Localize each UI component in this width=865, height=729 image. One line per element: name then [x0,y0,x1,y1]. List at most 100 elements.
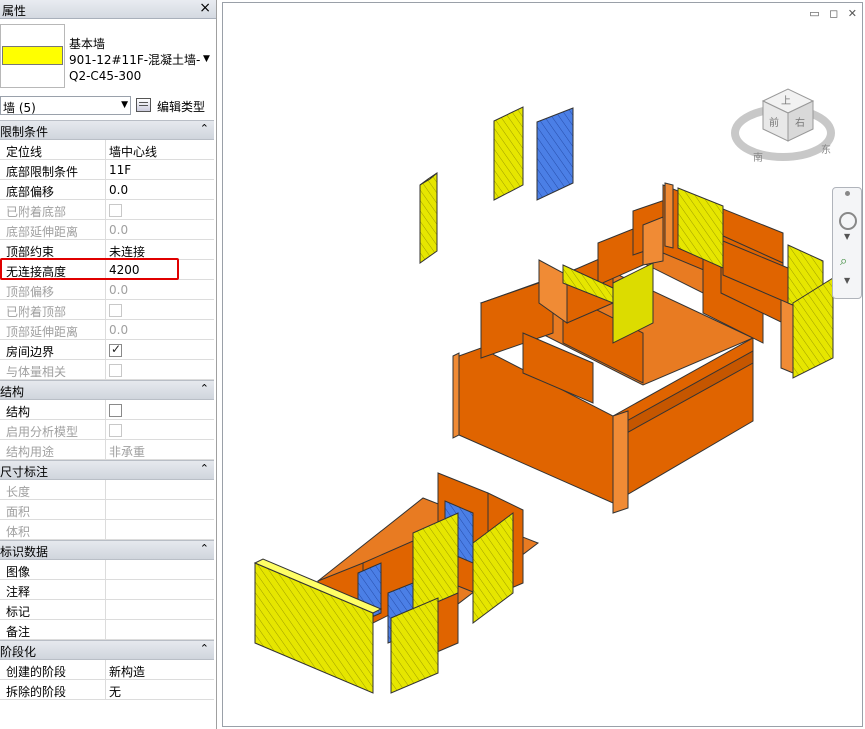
instance-filter-dropdown[interactable]: 墙 (5) ▼ [0,96,131,115]
prop-name: 拆除的阶段 [6,685,67,699]
group-title: 标识数据 [0,545,49,559]
prop-row-location-line[interactable]: 定位线 墙中心线 [0,140,214,160]
properties-panel: 属性 × 基本墙 901-12#11F-混凝土墙- Q2-C45-300 ▼ 墙… [0,0,217,729]
prop-name: 备注 [6,625,31,639]
prop-value: 0.0 [105,220,214,240]
prop-value [105,520,214,540]
type-line-2: Q2-C45-300 [69,69,142,83]
prop-value: 0.0 [105,320,214,340]
close-icon[interactable]: × [199,0,211,16]
prop-value[interactable] [105,400,214,420]
properties-title-bar: 属性 × [0,0,216,19]
prop-row-notes[interactable]: 备注 [0,620,214,640]
prop-row-room-bounding[interactable]: 房间边界 [0,340,214,360]
prop-value [105,200,214,220]
prop-value[interactable] [105,620,214,640]
3d-view-canvas[interactable]: ▭ ◻ ✕ 上 前 右 南 东 ▼ ⌕ ▼ [222,2,863,727]
prop-name: 长度 [6,485,31,499]
edit-type-icon [136,98,151,112]
building-main-walls [452,182,834,514]
prop-row-unconnected-height[interactable]: 无连接高度 4200 [0,260,214,280]
group-identity-data[interactable]: 标识数据 ⌃ [0,540,214,560]
prop-name: 顶部延伸距离 [6,325,79,339]
group-title: 结构 [0,385,25,399]
prop-value[interactable]: 无 [105,680,214,700]
checkbox [109,204,122,217]
prop-name: 体积 [6,525,31,539]
building-secondary-walls [253,472,540,694]
prop-name: 已附着底部 [6,205,67,219]
prop-row-image[interactable]: 图像 [0,560,214,580]
checkbox[interactable] [109,404,122,417]
prop-row-base-offset[interactable]: 底部偏移 0.0 [0,180,214,200]
collapse-icon[interactable]: ⌃ [200,382,209,395]
collapse-icon[interactable]: ⌃ [200,542,209,555]
chevron-down-icon[interactable]: ▼ [844,232,850,241]
prop-value[interactable]: 4200 [105,260,214,280]
prop-value [105,500,214,520]
prop-name: 定位线 [6,145,43,159]
prop-value[interactable]: 新构造 [105,660,214,680]
collapse-icon[interactable]: ⌃ [200,462,209,475]
prop-row-comments[interactable]: 注释 [0,580,214,600]
prop-row-base-constraint[interactable]: 底部限制条件 11F [0,160,214,180]
prop-value[interactable] [105,340,214,360]
instance-selector-row: 墙 (5) ▼ 编辑类型 [0,96,216,116]
prop-value: 非承重 [105,440,214,460]
prop-value[interactable]: 11F [105,160,214,180]
type-dropdown-arrow-icon[interactable]: ▼ [203,54,210,64]
group-title: 阶段化 [0,645,37,659]
prop-row-structural-usage: 结构用途 非承重 [0,440,214,460]
prop-name: 顶部约束 [6,245,55,259]
prop-value[interactable]: 墙中心线 [105,140,214,160]
prop-name: 结构用途 [6,445,55,459]
group-constraints[interactable]: 限制条件 ⌃ [0,120,214,140]
prop-row-top-constraint[interactable]: 顶部约束 未连接 [0,240,214,260]
steering-wheel-icon[interactable] [839,212,857,230]
zoom-icon[interactable]: ⌕ [840,254,847,269]
chevron-down-icon[interactable]: ▼ [844,276,850,285]
prop-name: 标记 [6,605,31,619]
navigation-bar[interactable]: ▼ ⌕ ▼ [832,187,862,299]
prop-row-length: 长度 [0,480,214,500]
checkbox [109,364,122,377]
group-phasing[interactable]: 阶段化 ⌃ [0,640,214,660]
prop-value[interactable]: 未连接 [105,240,214,260]
prop-value [105,480,214,500]
prop-value[interactable] [105,580,214,600]
prop-row-phase-demolished[interactable]: 拆除的阶段 无 [0,680,214,700]
prop-name: 结构 [6,405,31,419]
wall-type-swatch [2,46,63,65]
prop-row-structural[interactable]: 结构 [0,400,214,420]
selected-wall-group-top[interactable] [419,106,574,264]
type-preview [0,24,65,88]
prop-row-base-extension: 底部延伸距离 0.0 [0,220,214,240]
group-title: 尺寸标注 [0,465,49,479]
properties-grid: 限制条件 ⌃ 定位线 墙中心线 底部限制条件 11F 底部偏移 0.0 已附着底部 底… [0,120,214,700]
prop-value [105,360,214,380]
compass-south-label: 南 [753,151,763,164]
prop-value[interactable] [105,600,214,620]
prop-value[interactable]: 0.0 [105,180,214,200]
collapse-icon[interactable]: ⌃ [200,642,209,655]
prop-name: 无连接高度 [6,265,67,279]
viewcube[interactable]: 上 前 右 南 东 [731,88,835,164]
type-selector[interactable]: 基本墙 901-12#11F-混凝土墙- Q2-C45-300 ▼ [0,20,216,92]
instance-filter-value: 墙 (5) [3,101,36,115]
collapse-icon[interactable]: ⌃ [200,122,209,135]
prop-row-top-extension: 顶部延伸距离 0.0 [0,320,214,340]
prop-name: 底部限制条件 [6,165,79,179]
prop-value [105,420,214,440]
prop-name: 顶部偏移 [6,285,55,299]
3d-model-drawing: 上 前 右 南 东 [253,88,835,694]
prop-row-base-attached: 已附着底部 [0,200,214,220]
viewcube-front-label: 前 [769,116,779,129]
prop-value[interactable] [105,560,214,580]
group-dimensions[interactable]: 尺寸标注 ⌃ [0,460,214,480]
prop-name: 底部延伸距离 [6,225,79,239]
group-structure[interactable]: 结构 ⌃ [0,380,214,400]
checkbox-checked[interactable] [109,342,122,357]
chevron-down-icon: ▼ [121,100,128,110]
prop-row-phase-created[interactable]: 创建的阶段 新构造 [0,660,214,680]
prop-row-mark[interactable]: 标记 [0,600,214,620]
